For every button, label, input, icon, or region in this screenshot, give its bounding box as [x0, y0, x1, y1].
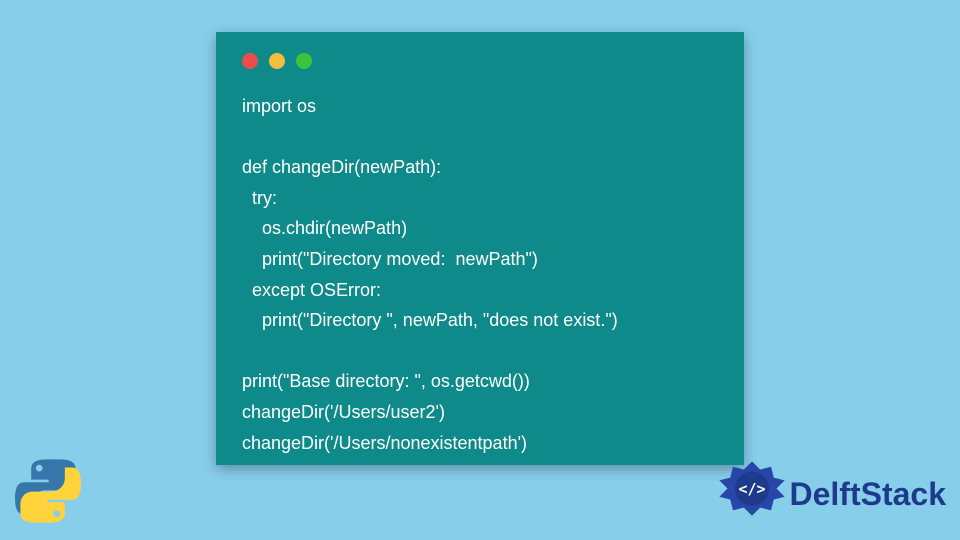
code-line: import os [242, 96, 316, 116]
code-line: except OSError: [242, 280, 381, 300]
brand-logo-icon: </> [718, 460, 786, 528]
maximize-icon [296, 53, 312, 69]
minimize-icon [269, 53, 285, 69]
code-line: print("Directory moved: newPath") [242, 249, 538, 269]
code-line: changeDir('/Users/user2') [242, 402, 445, 422]
code-line: os.chdir(newPath) [242, 218, 407, 238]
python-logo-icon [11, 454, 85, 528]
code-line: print("Base directory: ", os.getcwd()) [242, 371, 530, 391]
code-line: def changeDir(newPath): [242, 157, 441, 177]
brand-name: DelftStack [790, 476, 947, 513]
code-window: import os def changeDir(newPath): try: o… [216, 32, 744, 465]
traffic-lights [216, 32, 744, 69]
code-line: changeDir('/Users/nonexistentpath') [242, 433, 527, 453]
code-line: try: [242, 188, 277, 208]
svg-text:</>: </> [738, 480, 765, 498]
code-body: import os def changeDir(newPath): try: o… [216, 69, 744, 476]
code-line: print("Directory ", newPath, "does not e… [242, 310, 618, 330]
close-icon [242, 53, 258, 69]
brand: </> DelftStack [718, 460, 947, 528]
